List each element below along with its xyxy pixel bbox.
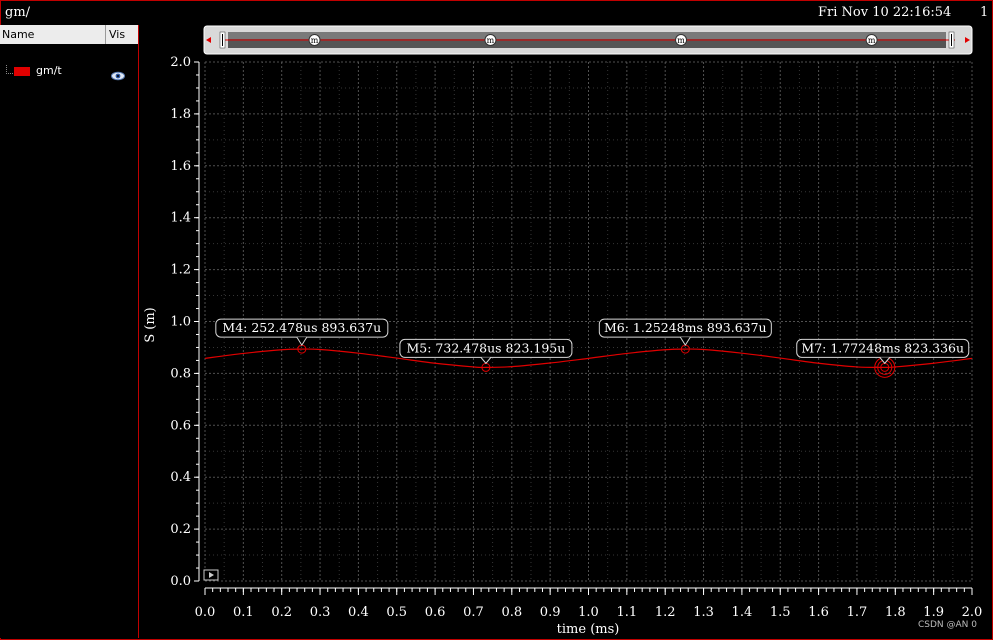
- x-tick-label: 1.5: [770, 605, 791, 620]
- x-tick-label: 1.1: [617, 605, 638, 620]
- navigator-marker-label: m: [677, 36, 685, 45]
- play-icon[interactable]: [203, 569, 219, 581]
- navigator-marker-label: m: [487, 36, 495, 45]
- watermark: CSDN @AN 0: [918, 620, 977, 630]
- trace-markers[interactable]: M4: 252.478us 893.637u M5: 732.478us 823.…: [215, 318, 970, 378]
- navigator-marker-label: m: [311, 36, 319, 45]
- y-tick-label: 0.4: [170, 470, 191, 485]
- x-tick-label: 1.2: [655, 605, 676, 620]
- y-tick-label: 1.2: [170, 263, 191, 278]
- y-tick-label: 0.8: [170, 366, 191, 381]
- x-tick-label: 1.6: [808, 605, 829, 620]
- y-tick-label: 1.8: [170, 107, 191, 122]
- y-tick-label: 1.0: [170, 315, 191, 330]
- marker-label: M6: 1.25248ms 893.637u: [604, 320, 767, 335]
- marker-label-pointer: [879, 357, 891, 365]
- x-tick-label: 1.0: [578, 605, 599, 620]
- x-tick-label: 1.9: [923, 605, 944, 620]
- marker-label: M5: 732.478us 823.195u: [406, 340, 565, 355]
- marker-label-pointer: [679, 336, 691, 347]
- y-tick-label: 0.0: [170, 574, 191, 589]
- x-tick-label: 0.8: [501, 605, 522, 620]
- y-tick-label: 1.6: [170, 159, 191, 174]
- x-tick-label: 0.2: [271, 605, 292, 620]
- marker-label-pointer: [480, 357, 492, 365]
- x-tick-label: 1.4: [732, 605, 753, 620]
- x-tick-label: 1.8: [885, 605, 906, 620]
- x-axis-label: time (ms): [557, 622, 620, 637]
- x-tick-label: 0.3: [310, 605, 331, 620]
- zoom-navigator[interactable]: mmmm: [203, 25, 973, 55]
- y-tick-label: 1.4: [170, 211, 191, 226]
- x-tick-label: 0.7: [463, 605, 484, 620]
- x-tick-label: 0.6: [425, 605, 446, 620]
- y-tick-label: 2.0: [170, 55, 191, 70]
- x-tick-label: 0.4: [348, 605, 369, 620]
- x-tick-label: 2.0: [962, 605, 983, 620]
- navigator-marker-label: m: [868, 36, 876, 45]
- x-tick-label: 1.7: [847, 605, 868, 620]
- y-tick-label: 0.2: [170, 522, 191, 537]
- y-tick-label: 0.6: [170, 418, 191, 433]
- y-axis-label: S (m): [143, 307, 158, 343]
- chart: m m m m 0.0 0.2 0.4 0.6 0.8 1.0 1.2 1.4 1.6 1.8 2.0 0.…: [143, 25, 983, 637]
- marker-label: M7: 1.77248ms 823.336u: [801, 340, 964, 355]
- marker-label: M4: 252.478us 893.637u: [222, 320, 381, 335]
- x-tick-label: 1.3: [693, 605, 714, 620]
- x-tick-label: 0.9: [540, 605, 561, 620]
- x-tick-label: 0.1: [233, 605, 254, 620]
- x-tick-label: 0.5: [386, 605, 407, 620]
- x-tick-label: 0.0: [195, 605, 216, 620]
- marker-label-pointer: [296, 336, 308, 347]
